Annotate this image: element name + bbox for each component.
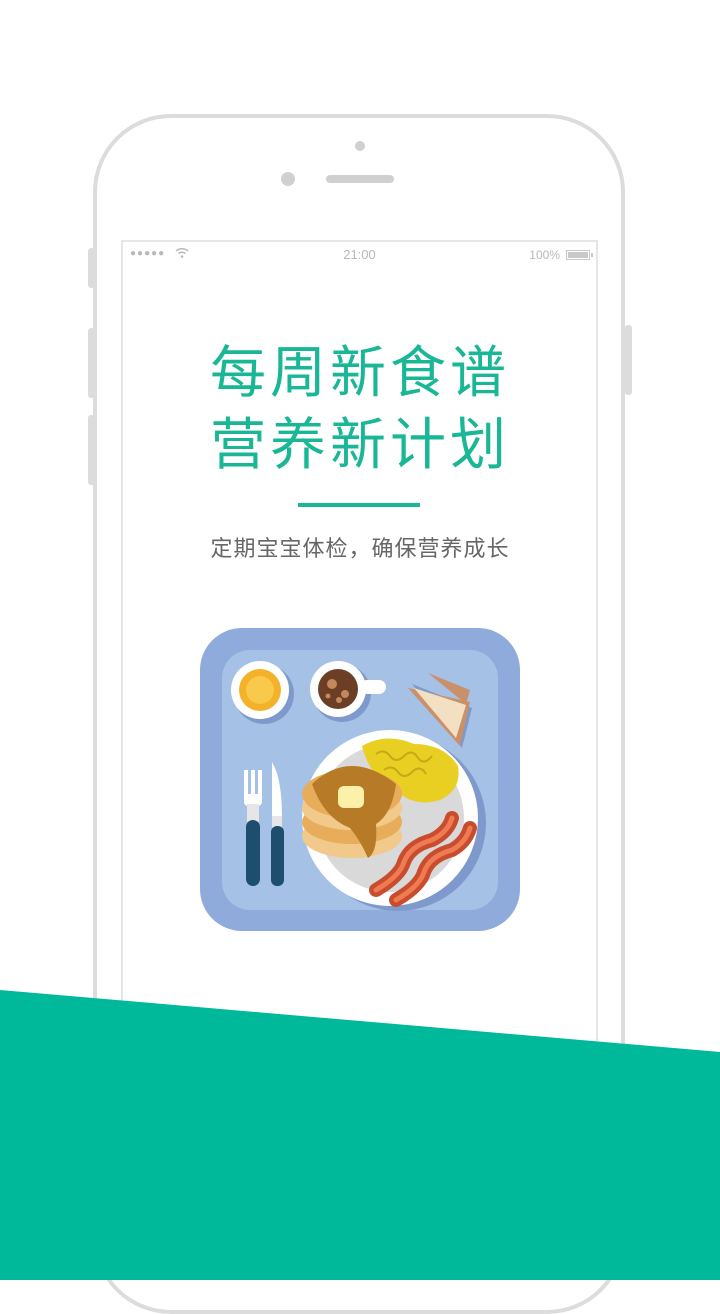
- bottom-green-band: [0, 990, 720, 1280]
